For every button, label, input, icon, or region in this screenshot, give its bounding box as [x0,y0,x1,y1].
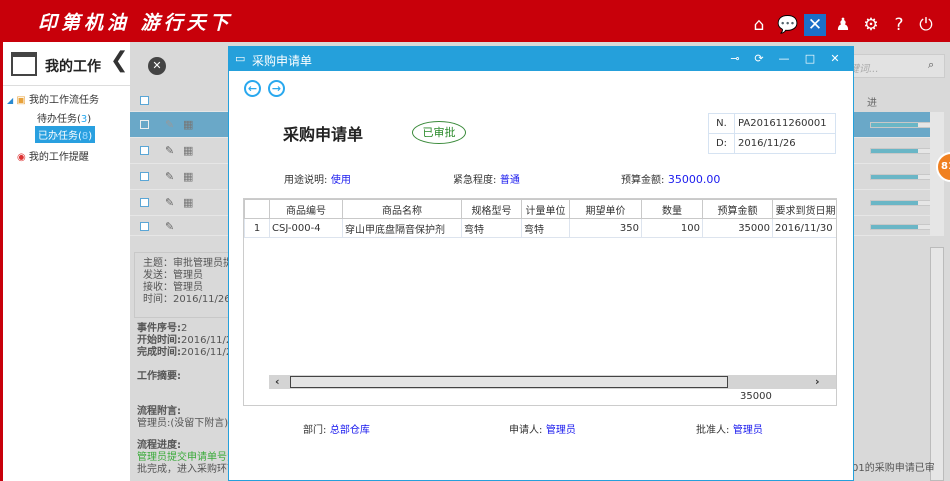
minimize-icon[interactable]: — [775,50,793,68]
edit-icon[interactable]: ✎ [165,170,174,183]
chat-icon[interactable]: 💬 [777,14,799,36]
maximize-icon[interactable]: □ [801,50,819,68]
edit-icon[interactable]: ✎ [165,196,174,209]
edit-icon[interactable]: ✎ [165,144,174,157]
purpose-field: 用途说明: 使用 [284,175,351,186]
logo: 印第机油 游行天下 [38,12,233,34]
approved-stamp: 已审批 [412,121,466,144]
sidebar-title: 我的工作 [45,59,101,75]
urgency-field: 紧急程度: 普通 [453,175,520,186]
app-header: 印第机油 游行天下 ⌂ 💬 ✕ ♟ ⚙ ? ⏻ [0,0,950,42]
grid-header: 商品编号 商品名称 规格型号 计量单位 期望单价 数量 预算金额 要求到货日期 [244,199,836,219]
edit-icon[interactable]: ✎ [165,220,174,233]
row-checkbox[interactable] [140,146,149,155]
grid-icon[interactable]: ▦ [183,118,193,131]
close-icon[interactable]: ✕ [826,50,844,68]
detail-scrollbar[interactable] [930,247,944,481]
refresh-icon[interactable]: ⟳ [750,50,768,68]
row-checkbox[interactable] [140,172,149,181]
close-circle-icon[interactable]: ✕ [148,57,166,75]
collapse-button[interactable]: ❮ [110,48,128,73]
purchase-dialog: ▭ 采购申请单 ⊸ ⟳ — □ ✕ ← → 采购申请单 已审批 N. PA2016… [228,46,854,481]
doc-date: 2016/11/26 [734,133,836,154]
doc-number: PA201611260001 [734,113,836,134]
row-checkbox[interactable] [140,198,149,207]
sidebar: 我的工作 ❮ ◢ ▣ 我的工作流任务 待办任务(3) 已办任务(8) ◉ 我的工… [0,42,130,481]
row-checkbox[interactable] [140,222,149,231]
select-all-checkbox[interactable] [140,96,149,105]
row-checkbox[interactable] [140,120,149,129]
dialog-titlebar[interactable]: ▭ 采购申请单 ⊸ ⟳ — □ ✕ [229,47,853,71]
tree-item-pending[interactable]: 待办任务(3) [37,110,91,125]
user-icon[interactable]: ♟ [832,14,854,36]
pin-icon[interactable]: ⊸ [726,50,744,68]
search-icon[interactable]: ⌕ [928,58,934,72]
tree-item-reminder[interactable]: ◉ 我的工作提醒 [17,148,89,163]
gear-icon[interactable]: ⚙ [860,14,882,36]
tree-item-done[interactable]: 已办任务(8) [35,126,96,143]
edit-icon[interactable]: ✎ [165,118,174,131]
home-icon[interactable]: ⌂ [748,14,770,36]
budget-field: 预算金额: 35000.00 [621,173,721,186]
reminder-icon: ◉ [17,152,26,163]
progress-text-tail: 01的采购申请已审 [852,463,935,474]
applicant-field: 申请人: 管理员 [509,425,576,436]
power-icon[interactable]: ⏻ [915,14,937,36]
grid-icon[interactable]: ▦ [183,196,193,209]
grid-total: 35000 [740,391,772,402]
scroll-right-icon[interactable]: › [815,375,820,388]
event-info: 事件序号:2 开始时间:2016/11/26 完成时间:2016/11/26 工… [137,323,239,475]
horizontal-scrollbar[interactable]: ‹ › [269,375,836,389]
window-icon: ▭ [235,52,246,65]
task-icon: ▣ [16,95,26,106]
grid-icon[interactable]: ▦ [183,144,193,157]
tools-icon[interactable]: ✕ [804,14,826,36]
grid-icon[interactable]: ▦ [183,170,193,183]
grid-row[interactable]: 1 CSJ-000-4 穿山甲底盘隔音保护剂 弯特 弯特 350 100 35000 2016/… [244,218,836,238]
dialog-title: 采购申请单 [252,54,313,68]
prev-button[interactable]: ← [244,80,261,97]
doc-title: 采购申请单 [283,125,364,144]
tree-item-workflow[interactable]: ◢ ▣ 我的工作流任务 [7,91,99,106]
items-grid: 商品编号 商品名称 规格型号 计量单位 期望单价 数量 预算金额 要求到货日期 1 CSJ-00… [243,198,837,406]
next-button[interactable]: → [268,80,285,97]
approver-field: 批准人: 管理员 [696,425,763,436]
calendar-clock-icon [11,52,37,76]
help-icon[interactable]: ? [888,14,910,36]
dept-field: 部门: 总部仓库 [303,425,370,436]
doc-info-box: N. PA201611260001 D: 2016/11/26 [708,113,836,154]
scrollbar-thumb[interactable] [290,376,728,388]
scroll-left-icon[interactable]: ‹ [275,375,280,388]
